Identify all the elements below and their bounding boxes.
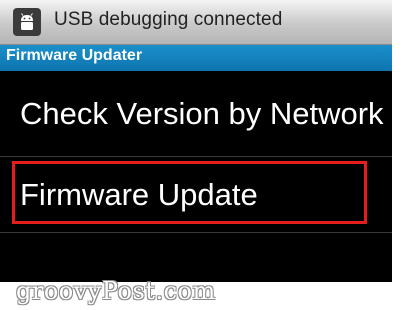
watermark-logo: groovyPost.com <box>16 277 216 305</box>
menu-divider <box>0 232 392 233</box>
menu-item-label: Check Version by Network <box>20 96 384 131</box>
menu-item-check-version-by-network[interactable]: Check Version by Network <box>0 72 392 156</box>
app-title: Firmware Updater <box>6 47 143 64</box>
phone-screen: USB debugging connected Firmware Updater… <box>0 0 392 282</box>
app-title-bar: Firmware Updater <box>0 45 392 71</box>
status-bar[interactable]: USB debugging connected <box>0 0 392 45</box>
android-usb-debug-icon <box>13 8 41 36</box>
status-notification-text: USB debugging connected <box>54 9 283 30</box>
highlight-annotation-box <box>12 161 367 224</box>
